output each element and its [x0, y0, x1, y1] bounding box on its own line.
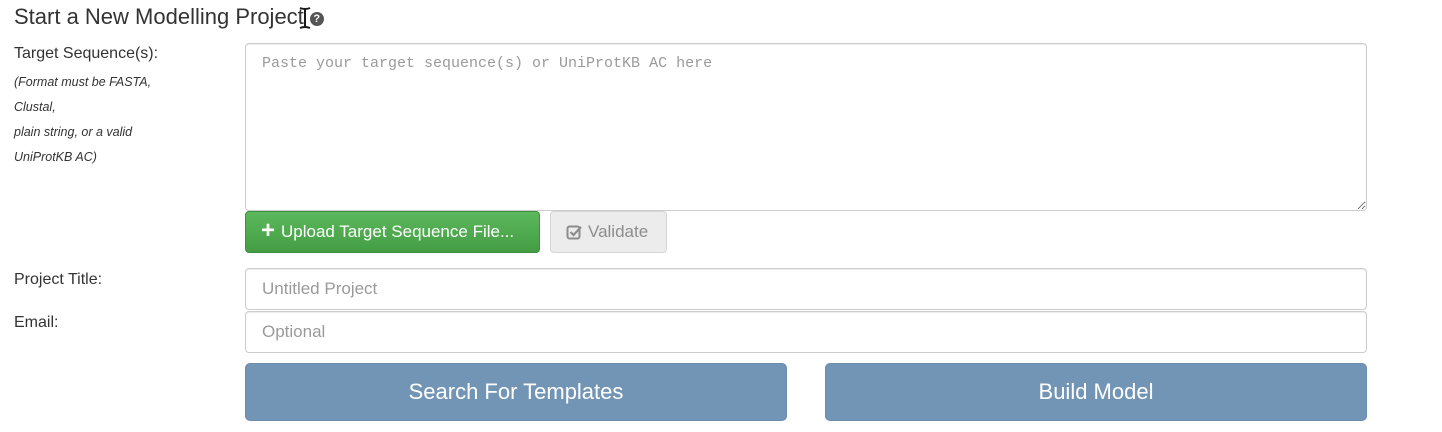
build-model-button[interactable]: Build Model [825, 363, 1367, 421]
project-title-label: Project Title: [14, 271, 103, 288]
hint-line: plain string, or a valid [14, 125, 133, 139]
page-title-row: Start a New Modelling Project ? [14, 4, 324, 30]
text-cursor-icon [299, 7, 311, 29]
hint-line: (Format must be FASTA, [14, 75, 152, 89]
upload-sequence-file-button[interactable]: + Upload Target Sequence File... [245, 211, 540, 253]
sequence-format-hint: (Format must be FASTA, Clustal, plain st… [14, 70, 234, 170]
target-sequence-label: Target Sequence(s): [14, 45, 159, 62]
project-title-input[interactable] [245, 268, 1367, 310]
modelling-project-form: Start a New Modelling Project ? Target S… [0, 0, 1442, 432]
page-title: Start a New Modelling Project [14, 4, 304, 29]
hint-line: UniProtKB AC) [14, 150, 97, 164]
search-templates-button[interactable]: Search For Templates [245, 363, 787, 421]
validate-button[interactable]: Validate [550, 211, 667, 253]
upload-button-label: Upload Target Sequence File... [281, 222, 515, 241]
target-sequence-input[interactable] [245, 43, 1367, 211]
validate-button-label: Validate [588, 222, 649, 241]
email-label: Email: [14, 314, 59, 331]
check-square-icon [566, 225, 582, 240]
hint-line: Clustal, [14, 100, 56, 114]
plus-icon: + [261, 216, 276, 244]
question-circle-icon[interactable]: ? [309, 12, 324, 26]
email-input[interactable] [245, 311, 1367, 353]
